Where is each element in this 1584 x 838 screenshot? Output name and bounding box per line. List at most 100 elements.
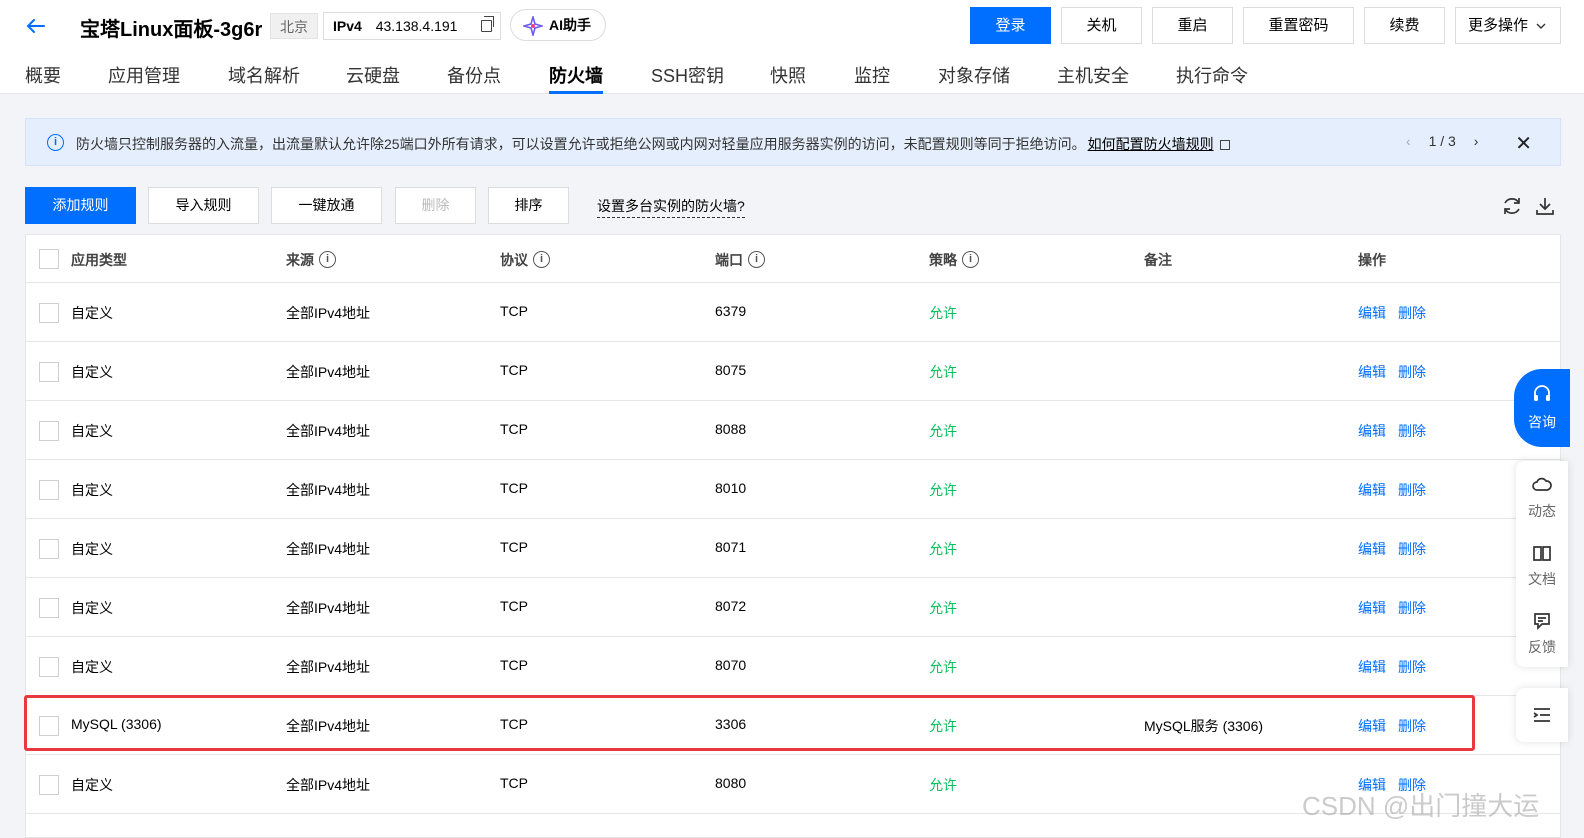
edit-link[interactable]: 编辑 <box>1358 539 1386 559</box>
collapse-sidebar-button[interactable] <box>1516 688 1568 742</box>
next-page-icon[interactable]: › <box>1474 133 1479 149</box>
help-icon[interactable]: i <box>319 250 336 268</box>
delete-link[interactable]: 删除 <box>1398 598 1426 618</box>
activity-button[interactable]: 动态 <box>1516 461 1568 527</box>
cell-source: 全部IPv4地址 <box>286 364 371 380</box>
row-checkbox[interactable] <box>39 657 59 677</box>
reset-password-button[interactable]: 重置密码 <box>1243 7 1354 44</box>
cell-port: 3306 <box>715 716 747 732</box>
list-collapse-icon <box>1533 708 1550 722</box>
column-header-policy: 策略 i <box>929 250 979 270</box>
multi-instance-firewall-link[interactable]: 设置多台实例的防火墙? <box>597 196 745 218</box>
more-actions-dropdown[interactable]: 更多操作 <box>1455 7 1561 44</box>
row-checkbox[interactable] <box>39 598 59 618</box>
cell-policy: 允许 <box>929 364 957 380</box>
table-row: 自定义 全部IPv4地址 TCP 8071 允许 编辑 删除 <box>26 519 1560 578</box>
consult-button[interactable]: 咨询 <box>1514 369 1570 447</box>
cell-source: 全部IPv4地址 <box>286 305 371 321</box>
row-checkbox[interactable] <box>39 775 59 795</box>
ai-assistant-label: AI助手 <box>549 17 591 33</box>
consult-label: 咨询 <box>1528 414 1556 430</box>
add-rule-button[interactable]: 添加规则 <box>25 187 136 224</box>
ai-sparkle-icon <box>523 16 543 36</box>
watermark: CSDN @出门撞大运 <box>1302 791 1540 821</box>
tab-backup[interactable]: 备份点 <box>447 62 501 94</box>
row-checkbox[interactable] <box>39 716 59 736</box>
row-checkbox[interactable] <box>39 480 59 500</box>
delete-link[interactable]: 删除 <box>1398 657 1426 677</box>
firewall-rules-table: 应用类型 来源 i 协议 i 端口 i 策略 i 备注 操作 自定义 全部IPv4地址 … <box>25 234 1561 838</box>
row-checkbox[interactable] <box>39 303 59 323</box>
help-icon[interactable]: i <box>533 250 550 268</box>
import-rules-button[interactable]: 导入规则 <box>148 187 259 224</box>
feedback-button[interactable]: 反馈 <box>1516 597 1568 663</box>
cell-source: 全部IPv4地址 <box>286 600 371 616</box>
tab-dns[interactable]: 域名解析 <box>228 62 300 94</box>
refresh-icon[interactable] <box>1501 195 1523 217</box>
delete-link[interactable]: 删除 <box>1398 716 1426 736</box>
delete-link[interactable]: 删除 <box>1398 480 1426 500</box>
help-icon[interactable]: i <box>962 250 979 268</box>
chevron-down-icon <box>1536 23 1546 29</box>
delete-link[interactable]: 删除 <box>1398 421 1426 441</box>
open-all-button[interactable]: 一键放通 <box>271 187 382 224</box>
header: 宝塔Linux面板-3g6r 北京 IPv4 43.138.4.191 AI助手… <box>0 0 1584 94</box>
edit-link[interactable]: 编辑 <box>1358 362 1386 382</box>
cell-type: MySQL (3306) <box>71 716 162 732</box>
delete-button[interactable]: 删除 <box>395 187 476 224</box>
login-button[interactable]: 登录 <box>970 7 1051 44</box>
table-row: 自定义 全部IPv4地址 TCP 8070 允许 编辑 删除 <box>26 637 1560 696</box>
delete-link[interactable]: 删除 <box>1398 303 1426 323</box>
feedback-icon <box>1534 613 1550 631</box>
restart-button[interactable]: 重启 <box>1152 7 1233 44</box>
edit-link[interactable]: 编辑 <box>1358 480 1386 500</box>
cell-policy: 允许 <box>929 305 957 321</box>
tab-app-management[interactable]: 应用管理 <box>108 62 180 94</box>
shutdown-button[interactable]: 关机 <box>1061 7 1142 44</box>
column-header-type: 应用类型 <box>71 252 127 268</box>
close-icon[interactable]: ✕ <box>1515 131 1532 156</box>
cell-port: 8080 <box>715 775 747 791</box>
delete-link[interactable]: 删除 <box>1398 362 1426 382</box>
edit-link[interactable]: 编辑 <box>1358 303 1386 323</box>
page-indicator: 1 / 3 <box>1428 133 1456 149</box>
firewall-help-link[interactable]: 如何配置防火墙规则 <box>1088 136 1214 152</box>
tab-host-security[interactable]: 主机安全 <box>1057 62 1129 94</box>
activity-label: 动态 <box>1528 503 1556 519</box>
tab-overview[interactable]: 概要 <box>25 62 61 94</box>
row-checkbox[interactable] <box>39 362 59 382</box>
back-arrow-icon[interactable] <box>22 12 50 40</box>
edit-link[interactable]: 编辑 <box>1358 421 1386 441</box>
tab-firewall[interactable]: 防火墙 <box>549 62 603 94</box>
cell-type: 自定义 <box>71 541 113 557</box>
tab-object-storage[interactable]: 对象存储 <box>938 62 1010 94</box>
renew-button[interactable]: 续费 <box>1364 7 1445 44</box>
table-row: 自定义 全部IPv4地址 TCP 6379 允许 编辑 删除 <box>26 283 1560 342</box>
row-checkbox[interactable] <box>39 421 59 441</box>
edit-link[interactable]: 编辑 <box>1358 657 1386 677</box>
prev-page-icon[interactable]: ‹ <box>1406 133 1411 149</box>
cell-type: 自定义 <box>71 600 113 616</box>
tab-run-command[interactable]: 执行命令 <box>1176 62 1248 94</box>
cloud-bell-icon <box>1532 477 1552 491</box>
notice-message: 防火墙只控制服务器的入流量，出流量默认允许除25端口外所有请求，可以设置允许或拒… <box>76 136 1086 152</box>
cell-port: 8088 <box>715 421 747 437</box>
delete-link[interactable]: 删除 <box>1398 539 1426 559</box>
notice-pager: ‹ 1 / 3 › <box>1406 133 1478 149</box>
tab-ssh-keys[interactable]: SSH密钥 <box>651 62 724 94</box>
edit-link[interactable]: 编辑 <box>1358 598 1386 618</box>
tab-monitor[interactable]: 监控 <box>854 62 890 94</box>
table-row: 自定义 全部IPv4地址 TCP 8088 允许 编辑 删除 <box>26 401 1560 460</box>
docs-button[interactable]: 文档 <box>1516 529 1568 595</box>
cell-protocol: TCP <box>500 657 528 673</box>
copy-icon[interactable] <box>481 16 494 32</box>
download-icon[interactable] <box>1534 195 1556 217</box>
tab-cloud-disk[interactable]: 云硬盘 <box>346 62 400 94</box>
sort-button[interactable]: 排序 <box>488 187 569 224</box>
tab-snapshot[interactable]: 快照 <box>770 62 806 94</box>
help-icon[interactable]: i <box>748 250 765 268</box>
ai-assistant-button[interactable]: AI助手 <box>510 9 606 41</box>
edit-link[interactable]: 编辑 <box>1358 716 1386 736</box>
row-checkbox[interactable] <box>39 539 59 559</box>
select-all-checkbox[interactable] <box>39 249 59 269</box>
